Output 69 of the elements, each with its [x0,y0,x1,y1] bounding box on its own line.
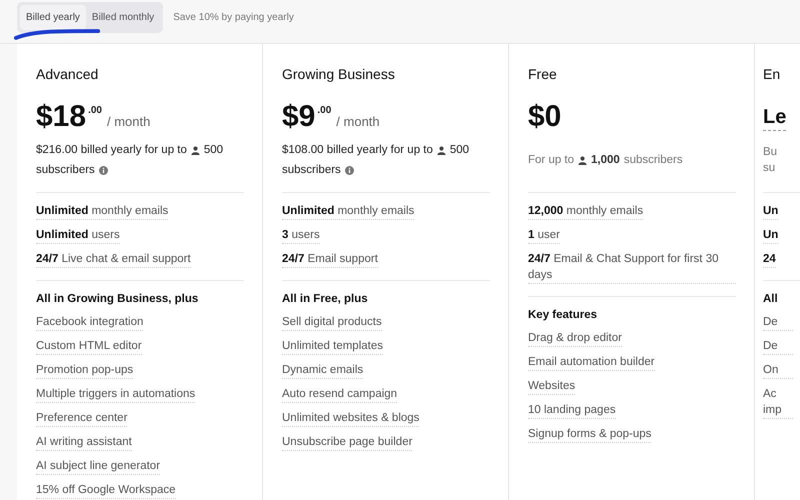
features-heading: All [763,292,778,307]
plan-name: Free [528,66,558,82]
feature-item: AI writing assistant [36,434,132,451]
plan-limit: 1 user [528,227,560,244]
feature-item: De [763,338,793,355]
feature-item: Ac imp [763,386,793,419]
subscribers-label: subscribers [36,163,95,178]
subscriber-count: 500 [450,143,470,158]
person-icon [190,146,200,154]
plan-limit: Un [763,203,778,220]
feature-item: Unlimited websites & blogs [282,410,420,427]
plan-limit: Unlimited monthly emails [282,203,414,220]
billing-summary: Bu su [763,145,778,176]
subscribers-label: subscribers [282,163,341,178]
person-icon [578,156,588,164]
feature-item: Unsubscribe page builder [282,434,412,451]
feature-item: De [763,314,793,331]
price-cents: .00 [88,105,102,116]
plan-limit: Unlimited users [36,227,120,244]
feature-item: Signup forms & pop-ups [528,426,652,443]
plan-limit: 3 users [282,227,320,244]
feature-item: Custom HTML editor [36,338,142,355]
feature-item: AI subject line generator [36,458,160,475]
subscriber-count: 500 [204,143,224,158]
discount-note: Save 10% by paying yearly [173,12,294,22]
feature-item: 10 landing pages [528,402,616,419]
features-heading: All in Free, plus [282,292,368,307]
plan-name: Advanced [36,66,100,82]
billing-summary: $108.00 billed yearly for up to [282,143,433,158]
plan-limit: 24/7 Email support [282,251,378,268]
plan-limit: Un [763,227,778,244]
billing-option[interactable]: Billed yearly [20,4,86,30]
feature-item: Preference center [36,410,128,427]
price-amount: $9 [282,100,316,134]
feature-item: Sell digital products [282,314,382,331]
features-heading: All in Growing Business, plus [36,292,198,307]
feature-item: Unlimited templates [282,338,383,355]
feature-item: Facebook integration [36,314,144,331]
price-cents: .00 [317,105,332,116]
person-icon [436,146,446,154]
feature-item: Dynamic emails [282,362,364,379]
feature-item: Websites [528,378,576,395]
plan-name: En [763,66,782,82]
feature-item: Promotion pop-ups [36,362,134,379]
price-period: / month [336,114,380,129]
feature-item: 15% off Google Workspace [36,482,176,499]
info-icon[interactable] [344,166,354,174]
plan-limit: Unlimited monthly emails [36,203,168,220]
feature-item: On [763,362,793,379]
feature-item: Multiple triggers in automations [36,386,196,403]
subscribers-label: subscribers [624,153,683,168]
plan-limit: 24 [763,251,776,268]
feature-item: Auto resend campaign [282,386,398,403]
feature-item: Drag & drop editor [528,330,622,347]
price-amount: Le [763,104,786,131]
price-amount: $18 [36,100,86,134]
price-period: / month [106,114,150,129]
feature-item: Email automation builder [528,354,655,371]
info-icon[interactable] [98,166,108,174]
billing-option[interactable]: Billed monthly [86,4,160,30]
plan-limit: 12,000 monthly emails [528,203,644,220]
plan-limit: 24/7 Live chat & email support [36,251,191,268]
subscriber-count: 1,000 [591,153,620,168]
price-amount: $0 [528,100,562,134]
plan-limit: 24/7 Email & Chat Support for first 30 days [528,251,736,284]
features-heading: Key features [528,308,598,323]
billing-summary: For up to [528,153,574,168]
plan-name: Growing Business [282,66,396,82]
billing-summary: $216.00 billed yearly for up to [36,143,187,158]
